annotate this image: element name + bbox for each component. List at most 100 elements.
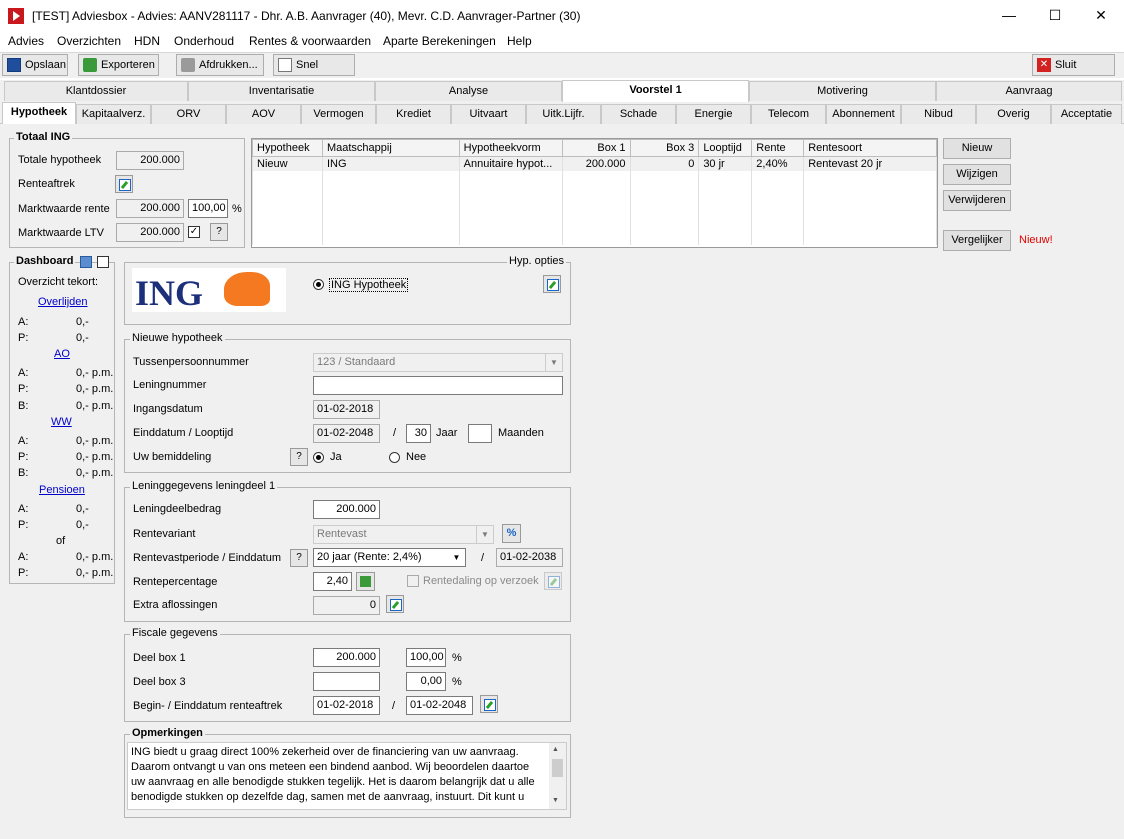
close-advice-button[interactable]: ✕Sluit advies — [1032, 54, 1115, 91]
tab-telecom[interactable]: Telecom — [751, 104, 826, 124]
menu-help[interactable]: Help — [507, 34, 532, 48]
pensioen-link[interactable]: Pensioen — [39, 484, 85, 496]
tab-vermogen[interactable]: Vermogen — [301, 104, 376, 124]
new-button[interactable]: Nieuw — [943, 138, 1011, 159]
delete-button[interactable]: Verwijderen — [943, 190, 1011, 211]
box1-pct-input[interactable]: 100,00 — [406, 648, 446, 667]
marktwaarde-pct-input[interactable]: 100,00 — [188, 199, 228, 218]
box1-label: Deel box 1 — [133, 652, 186, 664]
renteaftrek-eind-input[interactable]: 01-02-2048 — [406, 696, 473, 715]
tab-nibud[interactable]: Nibud — [901, 104, 976, 124]
tab-motivering[interactable]: Motivering — [749, 81, 936, 101]
box3-input[interactable] — [313, 672, 380, 691]
close-window-button[interactable]: ✕ — [1078, 0, 1124, 31]
percent-icon[interactable]: % — [502, 524, 521, 543]
compare-button[interactable]: Vergelijker — [943, 230, 1011, 251]
menu-rentes[interactable]: Rentes & voorwaarden — [249, 34, 371, 48]
tab-aov[interactable]: AOV — [226, 104, 301, 124]
rentevastperiode-help-button[interactable]: ? — [290, 549, 308, 567]
ltv-checkbox[interactable]: ✓ — [188, 226, 200, 238]
export-button[interactable]: Exporteren — [78, 54, 159, 76]
rentepercentage-input[interactable]: 2,40 — [313, 572, 352, 591]
box3-pct-input[interactable]: 0,00 — [406, 672, 446, 691]
ing-logo: ING — [132, 268, 286, 313]
tab-orv[interactable]: ORV — [151, 104, 226, 124]
table-row[interactable]: Nieuw ING Annuitaire hypot... 200.000 0 … — [252, 156, 937, 171]
box1-input[interactable]: 200.000 — [313, 648, 380, 667]
ing-hypotheek-radio[interactable] — [313, 279, 324, 290]
looptijd-maanden-input[interactable] — [468, 424, 492, 443]
ww-link[interactable]: WW — [51, 416, 72, 428]
scroll-thumb[interactable] — [552, 759, 563, 777]
bemiddeling-ja-radio[interactable] — [313, 452, 324, 463]
tab-inventarisatie[interactable]: Inventarisatie — [188, 81, 375, 101]
scroll-down-icon[interactable]: ▼ — [552, 797, 559, 804]
hyp-opties-edit-icon[interactable] — [543, 275, 561, 293]
tab-acceptatie[interactable]: Acceptatie — [1051, 104, 1122, 124]
tab-abonnement[interactable]: Abonnement — [826, 104, 901, 124]
tab-kapitaalverz[interactable]: Kapitaalverz. — [76, 104, 151, 124]
looptijd-jaar-input[interactable]: 30 — [406, 424, 431, 443]
renteaftrek-edit-icon[interactable] — [480, 695, 498, 713]
tab-analyse[interactable]: Analyse — [375, 81, 562, 101]
col-box3[interactable]: Box 3 — [629, 139, 700, 157]
col-box1[interactable]: Box 1 — [561, 139, 631, 157]
print-button[interactable]: Afdrukken... — [176, 54, 264, 76]
ov-a-value: 0,- — [76, 316, 89, 328]
menu-advies[interactable]: Advies — [8, 34, 44, 48]
dashboard-checkbox[interactable] — [97, 256, 109, 268]
tussenpersoon-select[interactable]: 123 / Standaard ▼ — [313, 353, 563, 372]
opmerkingen-scrollbar[interactable]: ▲ ▼ — [549, 743, 566, 809]
col-rentesoort[interactable]: Rentesoort — [803, 139, 937, 157]
overlijden-link[interactable]: Overlijden — [38, 296, 88, 308]
einddatum-value: 01-02-2048 — [313, 424, 380, 443]
tab-voorstel-1[interactable]: Voorstel 1 — [562, 80, 749, 102]
ltv-help-button[interactable]: ? — [210, 223, 228, 241]
renteaftrek-begin-input[interactable]: 01-02-2018 — [313, 696, 380, 715]
opmerkingen-textarea[interactable]: ING biedt u graag direct 100% zekerheid … — [127, 742, 567, 810]
rente-calc-icon[interactable] — [356, 572, 375, 591]
col-rente[interactable]: Rente — [751, 139, 805, 157]
quick-insight-button[interactable]: Snel inzicht — [273, 54, 355, 91]
menu-onderhoud[interactable]: Onderhoud — [174, 34, 234, 48]
rentedaling-edit-icon[interactable] — [544, 572, 562, 590]
rentedaling-checkbox[interactable] — [407, 575, 419, 587]
tab-klantdossier[interactable]: Klantdossier — [4, 81, 188, 101]
ww-a-value: 0,- p.m. — [76, 435, 114, 447]
menu-overzichten[interactable]: Overzichten — [57, 34, 121, 48]
rentevariant-select[interactable]: Rentevast ▼ — [313, 525, 494, 544]
tab-uitk-lijfr[interactable]: Uitk.Lijfr. — [526, 104, 601, 124]
tab-energie[interactable]: Energie — [676, 104, 751, 124]
bemiddeling-help-button[interactable]: ? — [290, 448, 308, 466]
tab-uitvaart[interactable]: Uitvaart — [451, 104, 526, 124]
scroll-up-icon[interactable]: ▲ — [552, 746, 559, 753]
menu-hdn[interactable]: HDN — [134, 34, 160, 48]
leningdeelbedrag-input[interactable]: 200.000 — [313, 500, 380, 519]
maximize-button[interactable]: ☐ — [1032, 0, 1078, 31]
aftrek-slash: / — [392, 700, 396, 712]
tab-schade[interactable]: Schade — [601, 104, 676, 124]
col-maatschappij[interactable]: Maatschappij — [321, 139, 460, 157]
extra-aflossingen-edit-icon[interactable] — [386, 595, 404, 613]
renteaftrek-edit-icon[interactable] — [115, 175, 133, 193]
bemiddeling-nee-radio[interactable] — [389, 452, 400, 463]
col-looptijd[interactable]: Looptijd — [698, 139, 753, 157]
hyp-opties-legend: Hyp. opties — [507, 255, 567, 267]
col-hypotheek[interactable]: Hypotheek — [252, 139, 323, 157]
rentevastperiode-label: Rentevastperiode / Einddatum — [133, 552, 281, 564]
col-hypotheekvorm[interactable]: Hypotheekvorm — [458, 139, 563, 157]
save-button[interactable]: Opslaan — [2, 54, 68, 76]
tab-krediet[interactable]: Krediet — [376, 104, 451, 124]
leningnummer-input[interactable] — [313, 376, 563, 395]
rentevastperiode-select[interactable]: 20 jaar (Rente: 2,4%) ▼ — [313, 548, 466, 567]
menu-aparte-berekeningen[interactable]: Aparte Berekeningen — [383, 34, 496, 48]
ing-hypotheek-label[interactable]: ING Hypotheek — [329, 278, 409, 292]
tab-hypotheek[interactable]: Hypotheek — [2, 102, 76, 125]
totale-hypotheek-value: 200.000 — [116, 151, 184, 170]
ao-link[interactable]: AO — [54, 348, 70, 360]
minimize-button[interactable]: — — [986, 0, 1032, 31]
edit-button[interactable]: Wijzigen — [943, 164, 1011, 185]
calculator-icon[interactable] — [80, 256, 92, 268]
tab-aanvraag[interactable]: Aanvraag — [936, 81, 1122, 101]
tab-overig[interactable]: Overig — [976, 104, 1051, 124]
